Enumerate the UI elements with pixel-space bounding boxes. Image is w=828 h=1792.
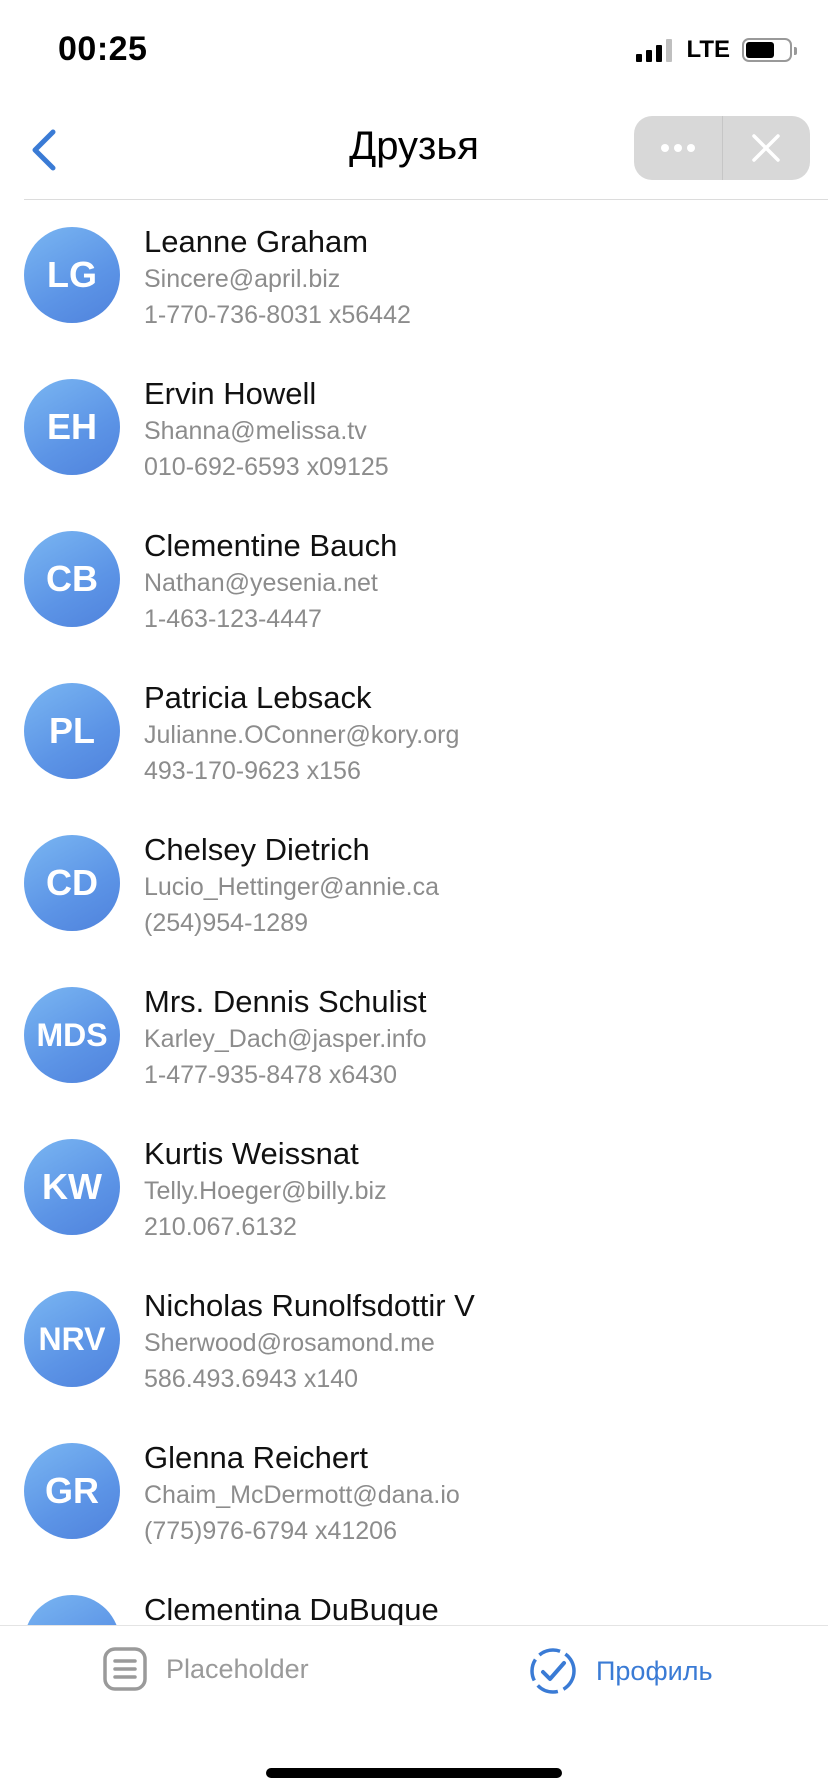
friend-name: Clementine Bauch xyxy=(144,528,398,563)
friend-name: Glenna Reichert xyxy=(144,1440,369,1475)
avatar: PL xyxy=(24,683,120,779)
avatar: KW xyxy=(24,1139,120,1235)
check-circle-icon xyxy=(530,1648,576,1694)
list-item[interactable]: GR Glenna Reichert Chaim_McDermott@dana.… xyxy=(0,1417,828,1569)
list-item[interactable]: MDS Mrs. Dennis Schulist Karley_Dach@jas… xyxy=(0,961,828,1113)
list-item[interactable]: KW Kurtis Weissnat Telly.Hoeger@billy.bi… xyxy=(0,1113,828,1265)
tab-label: Placeholder xyxy=(166,1653,309,1684)
network-label: LTE xyxy=(686,36,730,63)
friend-phone: 010-692-6593 x09125 xyxy=(144,453,389,481)
friend-phone: 1-477-935-8478 x6430 xyxy=(144,1061,397,1089)
friend-phone: 493-170-9623 x156 xyxy=(144,757,361,785)
miniapp-capsule xyxy=(634,116,810,180)
signal-icon xyxy=(636,38,673,62)
friend-email: Telly.Hoeger@billy.biz xyxy=(144,1177,387,1205)
friend-phone: (775)976-6794 x41206 xyxy=(144,1517,397,1545)
list-item[interactable]: PL Patricia Lebsack Julianne.OConner@kor… xyxy=(0,657,828,809)
tab-label: Профиль xyxy=(596,1655,713,1686)
battery-icon xyxy=(742,38,797,62)
tab-bar: Placeholder Профиль xyxy=(0,1625,828,1792)
friend-name: Kurtis Weissnat xyxy=(144,1136,359,1171)
close-button[interactable] xyxy=(723,116,811,180)
friend-phone: (254)954-1289 xyxy=(144,909,309,937)
friend-email: Lucio_Hettinger@annie.ca xyxy=(144,873,440,901)
avatar: MDS xyxy=(24,987,120,1083)
list-item[interactable]: LG Leanne Graham Sincere@april.biz 1-770… xyxy=(0,201,828,353)
friend-phone: 1-770-736-8031 x56442 xyxy=(144,301,411,329)
avatar: CD xyxy=(24,835,120,931)
friend-phone: 586.493.6943 x140 xyxy=(144,1365,359,1393)
friend-name: Patricia Lebsack xyxy=(144,680,372,715)
friend-email: Julianne.OConner@kory.org xyxy=(144,721,460,749)
tab-placeholder[interactable]: Placeholder xyxy=(102,1646,309,1692)
home-indicator[interactable] xyxy=(266,1768,562,1778)
friend-email: Nathan@yesenia.net xyxy=(144,569,378,597)
screen: 00:25 LTE Друзья LG Leanne Graham Sincer… xyxy=(0,0,828,1792)
friend-name: Chelsey Dietrich xyxy=(144,832,370,867)
list-item[interactable]: EH Ervin Howell Shanna@melissa.tv 010-69… xyxy=(0,353,828,505)
nav-header: Друзья xyxy=(0,100,828,200)
more-button[interactable] xyxy=(634,116,722,180)
list-icon xyxy=(103,1647,147,1691)
header-divider xyxy=(24,199,828,200)
avatar: NRV xyxy=(24,1291,120,1387)
status-indicators: LTE xyxy=(636,36,797,64)
friend-name: Nicholas Runolfsdottir V xyxy=(144,1288,475,1323)
list-item[interactable]: CB Clementine Bauch Nathan@yesenia.net 1… xyxy=(0,505,828,657)
friend-name: Leanne Graham xyxy=(144,224,369,259)
status-bar: 00:25 LTE xyxy=(0,0,828,100)
avatar: EH xyxy=(24,379,120,475)
close-icon xyxy=(752,134,780,162)
friends-list[interactable]: LG Leanne Graham Sincere@april.biz 1-770… xyxy=(0,201,828,1625)
list-item[interactable]: Clementina DuBuque xyxy=(0,1569,828,1625)
friend-name: Ervin Howell xyxy=(144,376,317,411)
friend-email: Chaim_McDermott@dana.io xyxy=(144,1481,460,1509)
friend-name: Mrs. Dennis Schulist xyxy=(144,984,427,1019)
avatar: LG xyxy=(24,227,120,323)
friend-phone: 1-463-123-4447 xyxy=(144,605,322,633)
list-item[interactable]: NRV Nicholas Runolfsdottir V Sherwood@ro… xyxy=(0,1265,828,1417)
friend-name: Clementina DuBuque xyxy=(144,1592,439,1625)
status-time: 00:25 xyxy=(58,30,148,68)
avatar: GR xyxy=(24,1443,120,1539)
friend-email: Shanna@melissa.tv xyxy=(144,417,367,445)
friend-phone: 210.067.6132 xyxy=(144,1213,297,1241)
friend-email: Sherwood@rosamond.me xyxy=(144,1329,435,1357)
tab-profile[interactable]: Профиль xyxy=(528,1646,713,1696)
friend-email: Karley_Dach@jasper.info xyxy=(144,1025,427,1053)
more-dots-icon xyxy=(660,144,695,152)
avatar: CB xyxy=(24,531,120,627)
list-item[interactable]: CD Chelsey Dietrich Lucio_Hettinger@anni… xyxy=(0,809,828,961)
avatar xyxy=(24,1595,120,1625)
friend-email: Sincere@april.biz xyxy=(144,265,341,293)
